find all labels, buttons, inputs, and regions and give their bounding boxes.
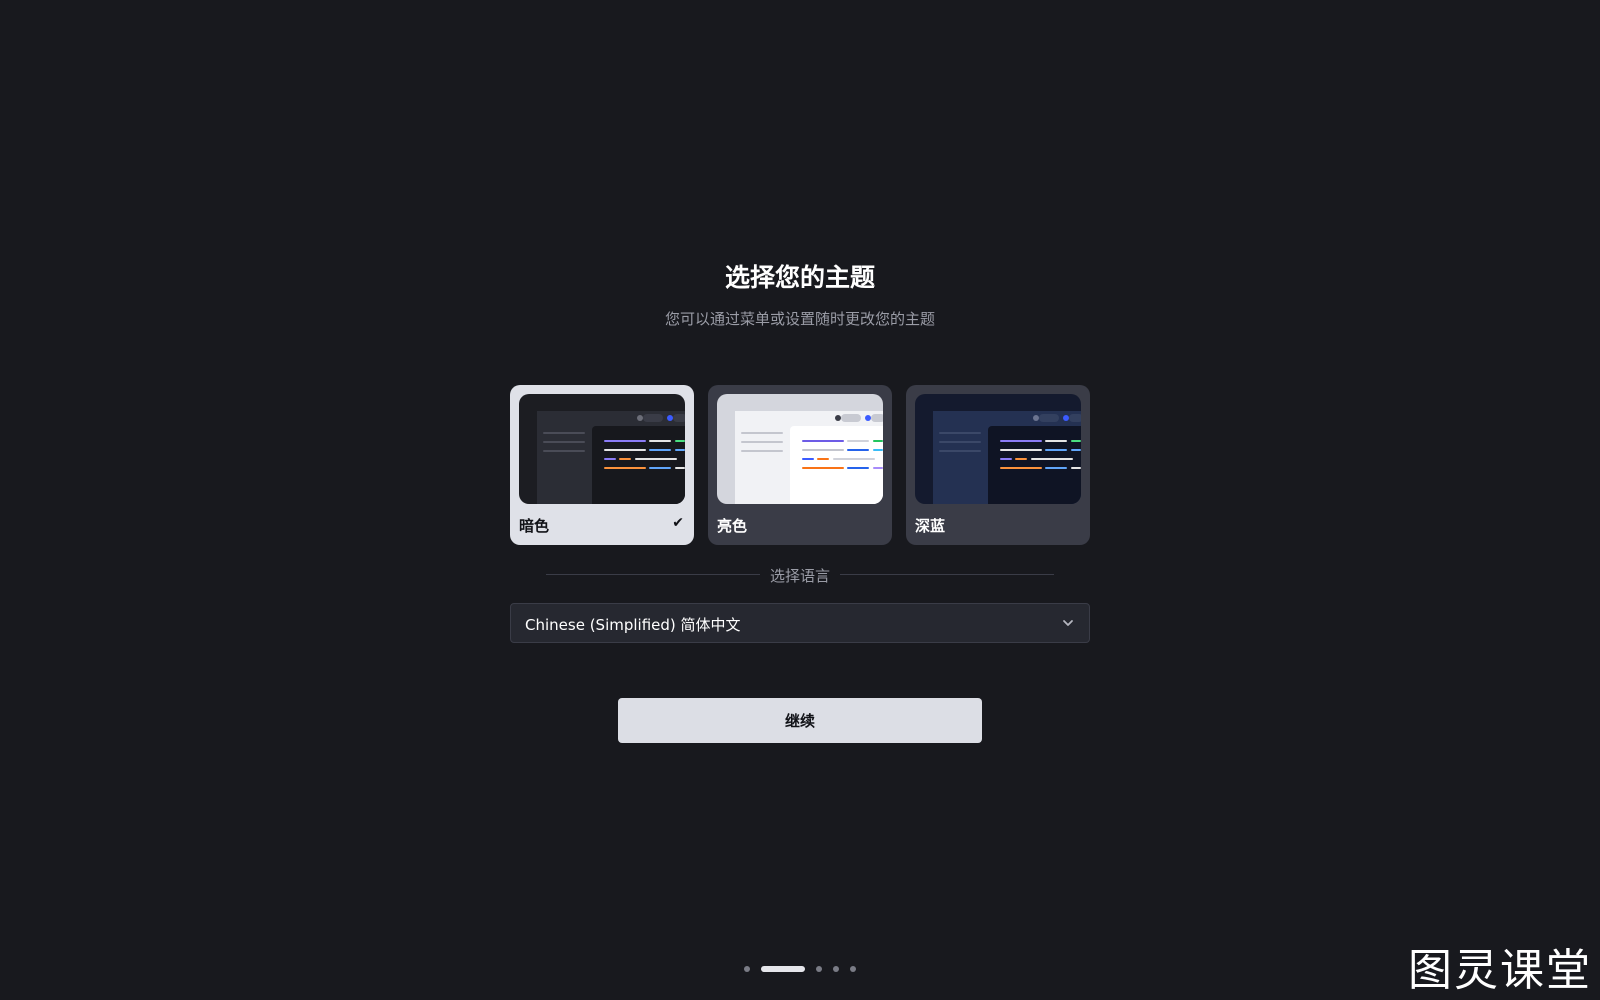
page-title: 选择您的主题 (724, 263, 875, 292)
step-dot-active[interactable] (761, 966, 805, 972)
theme-options: 暗色 ✔ 亮色 深蓝 (510, 385, 1090, 545)
step-dot[interactable] (850, 966, 856, 972)
theme-label-dark: 暗色 (519, 517, 550, 535)
theme-preview-deep-blue (915, 394, 1081, 504)
theme-preview-dark (519, 394, 685, 504)
check-icon: ✔ (672, 515, 684, 531)
language-select-value: Chinese (Simplified) 简体中文 (525, 616, 741, 634)
step-dot[interactable] (744, 966, 750, 972)
onboarding-page: 选择您的主题 您可以通过菜单或设置随时更改您的主题 暗色 ✔ 亮色 深蓝 选择语… (0, 0, 1600, 1000)
language-select[interactable]: Chinese (Simplified) 简体中文 (510, 603, 1090, 643)
theme-preview-light (717, 394, 883, 504)
language-section-label: 选择语言 (769, 567, 830, 585)
theme-label-deep-blue: 深蓝 (915, 517, 946, 535)
theme-option-light[interactable]: 亮色 (708, 385, 892, 545)
step-dot[interactable] (816, 966, 822, 972)
continue-button[interactable]: 继续 (618, 698, 982, 743)
step-indicator (740, 966, 860, 974)
theme-label-light: 亮色 (717, 517, 748, 535)
step-dot[interactable] (833, 966, 839, 972)
language-divider: 选择语言 (546, 565, 1054, 585)
theme-option-deep-blue[interactable]: 深蓝 (906, 385, 1090, 545)
theme-option-dark[interactable]: 暗色 ✔ (510, 385, 694, 545)
chevron-down-icon (1063, 620, 1073, 626)
page-subtitle: 您可以通过菜单或设置随时更改您的主题 (664, 310, 935, 328)
watermark-text: 图灵课堂 (1408, 945, 1592, 996)
